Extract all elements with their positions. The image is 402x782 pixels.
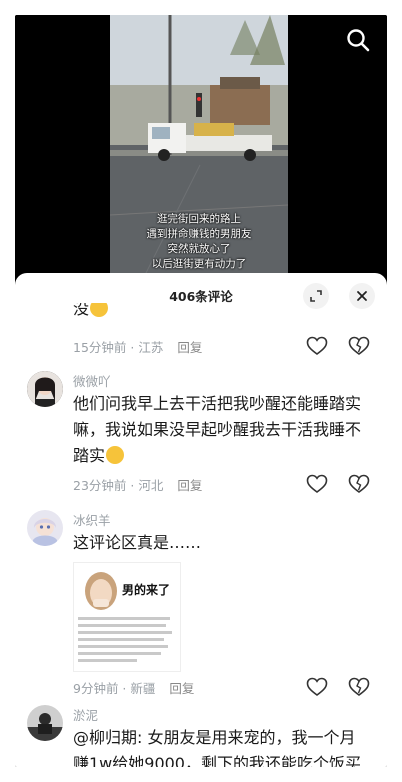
search-button[interactable] <box>345 27 371 53</box>
broken-heart-icon <box>348 336 370 355</box>
broken-heart-icon <box>348 474 370 493</box>
comment-text: 他们问我早上去干活把我吵醒还能睡踏实嘛，我说如果没早起吵醒我去干活我睡不踏实 <box>73 391 363 469</box>
comment-text: @柳归期: 女朋友是用来宠的，我一个月赚1w给她9000，剩下的我还能吃个饭买个 <box>73 728 361 767</box>
like-button[interactable] <box>306 474 328 494</box>
comment-location: 河北 <box>138 478 164 493</box>
reply-button[interactable]: 回复 <box>177 478 202 493</box>
comment-meta: 23分钟前 · 河北 回复 <box>73 478 203 493</box>
dislike-button[interactable] <box>348 677 370 697</box>
comment-meta: 9分钟前 · 新疆 回复 <box>73 681 195 696</box>
comment-text-cutoff: 没 <box>73 303 363 321</box>
dislike-button[interactable] <box>348 336 370 356</box>
like-button[interactable] <box>306 336 328 356</box>
comment-item: 淤泥 @柳归期: 女朋友是用来宠的，我一个月赚1w给她9000，剩下的我还能吃个… <box>15 703 387 767</box>
heart-icon <box>306 336 328 355</box>
heart-icon <box>306 677 328 696</box>
dislike-button[interactable] <box>348 474 370 494</box>
caption-line: 以后逛街更有动力了 <box>151 258 247 270</box>
comment-time: 15分钟前 <box>73 340 127 355</box>
close-icon <box>357 291 367 301</box>
app-screen: 逛完街回来的路上 遇到拼命赚钱的男朋友 突然就放心了 以后逛街更有动力了 406… <box>15 15 387 767</box>
video-caption: 逛完街回来的路上 遇到拼命赚钱的男朋友 突然就放心了 以后逛街更有动力了 <box>110 212 288 272</box>
comment-location: 新疆 <box>130 681 156 696</box>
heart-icon <box>306 474 328 493</box>
search-icon <box>347 29 370 52</box>
comment-image[interactable]: 男的来了 <box>73 562 181 672</box>
like-button[interactable] <box>306 677 328 697</box>
caption-line: 遇到拼命赚钱的男朋友 <box>146 228 252 240</box>
comment-username[interactable]: 淤泥 <box>73 705 98 724</box>
broken-heart-icon <box>348 677 370 696</box>
comment-text: 这评论区真是…… <box>73 533 202 552</box>
caption-line: 逛完街回来的路上 <box>157 213 241 225</box>
reply-button[interactable]: 回复 <box>169 681 194 696</box>
comments-sheet: 406条评论 没 15分钟前 · 江苏 回复 微微吖 他们问我早上去干活把我吵醒… <box>15 273 387 767</box>
expand-icon <box>310 290 322 302</box>
comment-item: 微微吖 他们问我早上去干活把我吵醒还能睡踏实嘛，我说如果没早起吵醒我去干活我睡不… <box>15 369 387 499</box>
image-title: 男的来了 <box>122 583 171 597</box>
comment-location: 江苏 <box>138 340 164 355</box>
comment-username[interactable]: 冰织羊 <box>73 510 111 529</box>
avatar[interactable] <box>27 705 63 741</box>
caption-line: 突然就放心了 <box>167 243 231 255</box>
comment-text: 没 <box>73 303 90 318</box>
comment-item: 没 15分钟前 · 江苏 回复 <box>15 303 387 355</box>
comment-item: 冰织羊 这评论区真是…… 男的来了 9分钟前 · 新疆 回复 <box>15 508 387 698</box>
comment-username[interactable]: 微微吖 <box>73 371 111 390</box>
comment-meta: 15分钟前 · 江苏 回复 <box>73 340 203 355</box>
reply-button[interactable]: 回复 <box>177 340 202 355</box>
comment-time: 9分钟前 <box>73 681 119 696</box>
woman-photo-icon <box>85 572 117 610</box>
avatar[interactable] <box>27 371 63 407</box>
laughing-emoji-icon <box>106 446 125 464</box>
video-player[interactable]: 逛完街回来的路上 遇到拼命赚钱的男朋友 突然就放心了 以后逛街更有动力了 <box>15 15 387 285</box>
image-text-lines <box>78 613 176 666</box>
comment-time: 23分钟前 <box>73 478 127 493</box>
smile-emoji-icon <box>90 303 109 317</box>
avatar[interactable] <box>27 510 63 546</box>
